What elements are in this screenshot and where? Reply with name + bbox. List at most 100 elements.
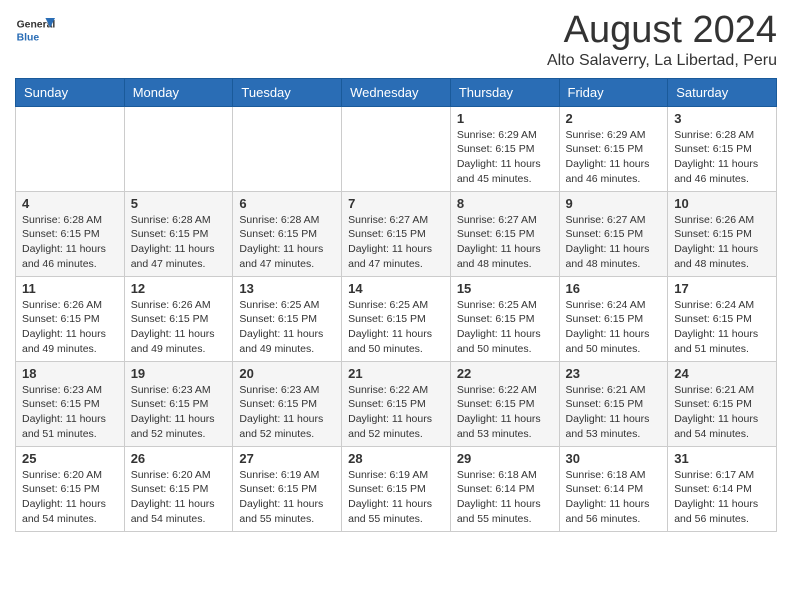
col-sunday: Sunday — [16, 78, 125, 106]
day-info: Sunrise: 6:24 AMSunset: 6:15 PMDaylight:… — [674, 298, 770, 357]
calendar-cell: 1 Sunrise: 6:29 AMSunset: 6:15 PMDaylight… — [450, 106, 559, 191]
calendar-cell: 3 Sunrise: 6:28 AMSunset: 6:15 PMDaylight… — [668, 106, 777, 191]
day-number: 16 — [566, 281, 662, 296]
day-number: 15 — [457, 281, 553, 296]
day-info: Sunrise: 6:27 AMSunset: 6:15 PMDaylight:… — [348, 213, 444, 272]
day-info: Sunrise: 6:28 AMSunset: 6:15 PMDaylight:… — [239, 213, 335, 272]
day-info: Sunrise: 6:21 AMSunset: 6:15 PMDaylight:… — [674, 383, 770, 442]
calendar-cell: 9 Sunrise: 6:27 AMSunset: 6:15 PMDaylight… — [559, 191, 668, 276]
calendar-cell: 8 Sunrise: 6:27 AMSunset: 6:15 PMDaylight… — [450, 191, 559, 276]
day-info: Sunrise: 6:18 AMSunset: 6:14 PMDaylight:… — [457, 468, 553, 527]
location-title: Alto Salaverry, La Libertad, Peru — [547, 52, 777, 70]
calendar-cell: 20Sunrise: 6:23 AMSunset: 6:15 PMDayligh… — [233, 361, 342, 446]
calendar-cell: 12 Sunrise: 6:26 AMSunset: 6:15 PMDayligh… — [124, 276, 233, 361]
day-info: Sunrise: 6:24 AMSunset: 6:15 PMDaylight:… — [566, 298, 662, 357]
day-info: Sunrise: 6:21 AMSunset: 6:15 PMDaylight:… — [566, 383, 662, 442]
day-number: 22 — [457, 366, 553, 381]
day-number: 8 — [457, 196, 553, 211]
day-number: 18 — [22, 366, 118, 381]
day-info: Sunrise: 6:25 AMSunset: 6:15 PMDaylight:… — [348, 298, 444, 357]
day-info: Sunrise: 6:17 AMSunset: 6:14 PMDaylight:… — [674, 468, 770, 527]
svg-text:Blue: Blue — [17, 32, 40, 43]
day-info: Sunrise: 6:22 AMSunset: 6:15 PMDaylight:… — [348, 383, 444, 442]
day-number: 26 — [131, 451, 227, 466]
calendar-cell: 4Sunrise: 6:28 AMSunset: 6:15 PMDaylight… — [16, 191, 125, 276]
col-tuesday: Tuesday — [233, 78, 342, 106]
calendar-cell: 6 Sunrise: 6:28 AMSunset: 6:15 PMDaylight… — [233, 191, 342, 276]
day-number: 21 — [348, 366, 444, 381]
calendar-cell: 25Sunrise: 6:20 AMSunset: 6:15 PMDayligh… — [16, 446, 125, 531]
calendar-week-1: 1 Sunrise: 6:29 AMSunset: 6:15 PMDaylight… — [16, 106, 777, 191]
day-number: 29 — [457, 451, 553, 466]
day-number: 5 — [131, 196, 227, 211]
calendar-cell: 14 Sunrise: 6:25 AMSunset: 6:15 PMDayligh… — [342, 276, 451, 361]
day-info: Sunrise: 6:29 AMSunset: 6:15 PMDaylight:… — [457, 128, 553, 187]
day-info: Sunrise: 6:18 AMSunset: 6:14 PMDaylight:… — [566, 468, 662, 527]
day-info: Sunrise: 6:26 AMSunset: 6:15 PMDaylight:… — [22, 298, 118, 357]
calendar-cell: 31Sunrise: 6:17 AMSunset: 6:14 PMDayligh… — [668, 446, 777, 531]
day-info: Sunrise: 6:25 AMSunset: 6:15 PMDaylight:… — [239, 298, 335, 357]
col-thursday: Thursday — [450, 78, 559, 106]
day-info: Sunrise: 6:20 AMSunset: 6:15 PMDaylight:… — [131, 468, 227, 527]
day-info: Sunrise: 6:23 AMSunset: 6:15 PMDaylight:… — [22, 383, 118, 442]
calendar-cell: 5 Sunrise: 6:28 AMSunset: 6:15 PMDaylight… — [124, 191, 233, 276]
day-number: 12 — [131, 281, 227, 296]
day-number: 24 — [674, 366, 770, 381]
calendar-cell — [233, 106, 342, 191]
calendar-cell: 28Sunrise: 6:19 AMSunset: 6:15 PMDayligh… — [342, 446, 451, 531]
calendar-cell: 30 Sunrise: 6:18 AMSunset: 6:14 PMDayligh… — [559, 446, 668, 531]
calendar-cell: 18 Sunrise: 6:23 AMSunset: 6:15 PMDayligh… — [16, 361, 125, 446]
day-info: Sunrise: 6:26 AMSunset: 6:15 PMDaylight:… — [131, 298, 227, 357]
calendar-cell — [342, 106, 451, 191]
col-friday: Friday — [559, 78, 668, 106]
month-title: August 2024 — [547, 10, 777, 52]
calendar-cell: 7 Sunrise: 6:27 AMSunset: 6:15 PMDaylight… — [342, 191, 451, 276]
header: General Blue August 2024 Alto Salaverry,… — [15, 10, 777, 70]
day-number: 17 — [674, 281, 770, 296]
weekday-header-row: Sunday Monday Tuesday Wednesday Thursday… — [16, 78, 777, 106]
day-info: Sunrise: 6:27 AMSunset: 6:15 PMDaylight:… — [566, 213, 662, 272]
calendar-cell: 21 Sunrise: 6:22 AMSunset: 6:15 PMDayligh… — [342, 361, 451, 446]
day-number: 4 — [22, 196, 118, 211]
day-info: Sunrise: 6:26 AMSunset: 6:15 PMDaylight:… — [674, 213, 770, 272]
calendar-cell: 19Sunrise: 6:23 AMSunset: 6:15 PMDayligh… — [124, 361, 233, 446]
day-info: Sunrise: 6:27 AMSunset: 6:15 PMDaylight:… — [457, 213, 553, 272]
day-number: 11 — [22, 281, 118, 296]
calendar-week-5: 25 Sunrise: 6:20 AMSunset: 6:15 PMDayligh… — [16, 446, 777, 531]
day-number: 1 — [457, 111, 553, 126]
calendar-cell — [16, 106, 125, 191]
calendar-cell: 16 Sunrise: 6:24 AMSunset: 6:15 PMDayligh… — [559, 276, 668, 361]
title-area: August 2024 Alto Salaverry, La Libertad,… — [547, 10, 777, 70]
day-info: Sunrise: 6:22 AMSunset: 6:15 PMDaylight:… — [457, 383, 553, 442]
day-info: Sunrise: 6:19 AMSunset: 6:15 PMDaylight:… — [348, 468, 444, 527]
calendar-cell: 27Sunrise: 6:19 AMSunset: 6:15 PMDayligh… — [233, 446, 342, 531]
day-number: 10 — [674, 196, 770, 211]
day-number: 9 — [566, 196, 662, 211]
day-number: 27 — [239, 451, 335, 466]
calendar-cell: 11 Sunrise: 6:26 AMSunset: 6:15 PMDayligh… — [16, 276, 125, 361]
day-number: 7 — [348, 196, 444, 211]
day-number: 25 — [22, 451, 118, 466]
day-info: Sunrise: 6:29 AMSunset: 6:15 PMDaylight:… — [566, 128, 662, 187]
calendar-cell: 10 Sunrise: 6:26 AMSunset: 6:15 PMDayligh… — [668, 191, 777, 276]
calendar-cell: 17 Sunrise: 6:24 AMSunset: 6:15 PMDayligh… — [668, 276, 777, 361]
day-number: 3 — [674, 111, 770, 126]
day-number: 14 — [348, 281, 444, 296]
day-info: Sunrise: 6:28 AMSunset: 6:15 PMDaylight:… — [131, 213, 227, 272]
calendar-cell: 23Sunrise: 6:21 AMSunset: 6:15 PMDayligh… — [559, 361, 668, 446]
calendar-cell: 26 Sunrise: 6:20 AMSunset: 6:15 PMDayligh… — [124, 446, 233, 531]
calendar-cell: 29 Sunrise: 6:18 AMSunset: 6:14 PMDayligh… — [450, 446, 559, 531]
day-number: 20 — [239, 366, 335, 381]
day-number: 13 — [239, 281, 335, 296]
day-number: 2 — [566, 111, 662, 126]
day-info: Sunrise: 6:25 AMSunset: 6:15 PMDaylight:… — [457, 298, 553, 357]
day-number: 6 — [239, 196, 335, 211]
calendar-cell: 13 Sunrise: 6:25 AMSunset: 6:15 PMDayligh… — [233, 276, 342, 361]
calendar-cell: 24 Sunrise: 6:21 AMSunset: 6:15 PMDayligh… — [668, 361, 777, 446]
calendar-cell — [124, 106, 233, 191]
day-info: Sunrise: 6:28 AMSunset: 6:15 PMDaylight:… — [674, 128, 770, 187]
calendar-week-3: 11 Sunrise: 6:26 AMSunset: 6:15 PMDayligh… — [16, 276, 777, 361]
calendar-cell: 2 Sunrise: 6:29 AMSunset: 6:15 PMDaylight… — [559, 106, 668, 191]
day-number: 30 — [566, 451, 662, 466]
col-monday: Monday — [124, 78, 233, 106]
